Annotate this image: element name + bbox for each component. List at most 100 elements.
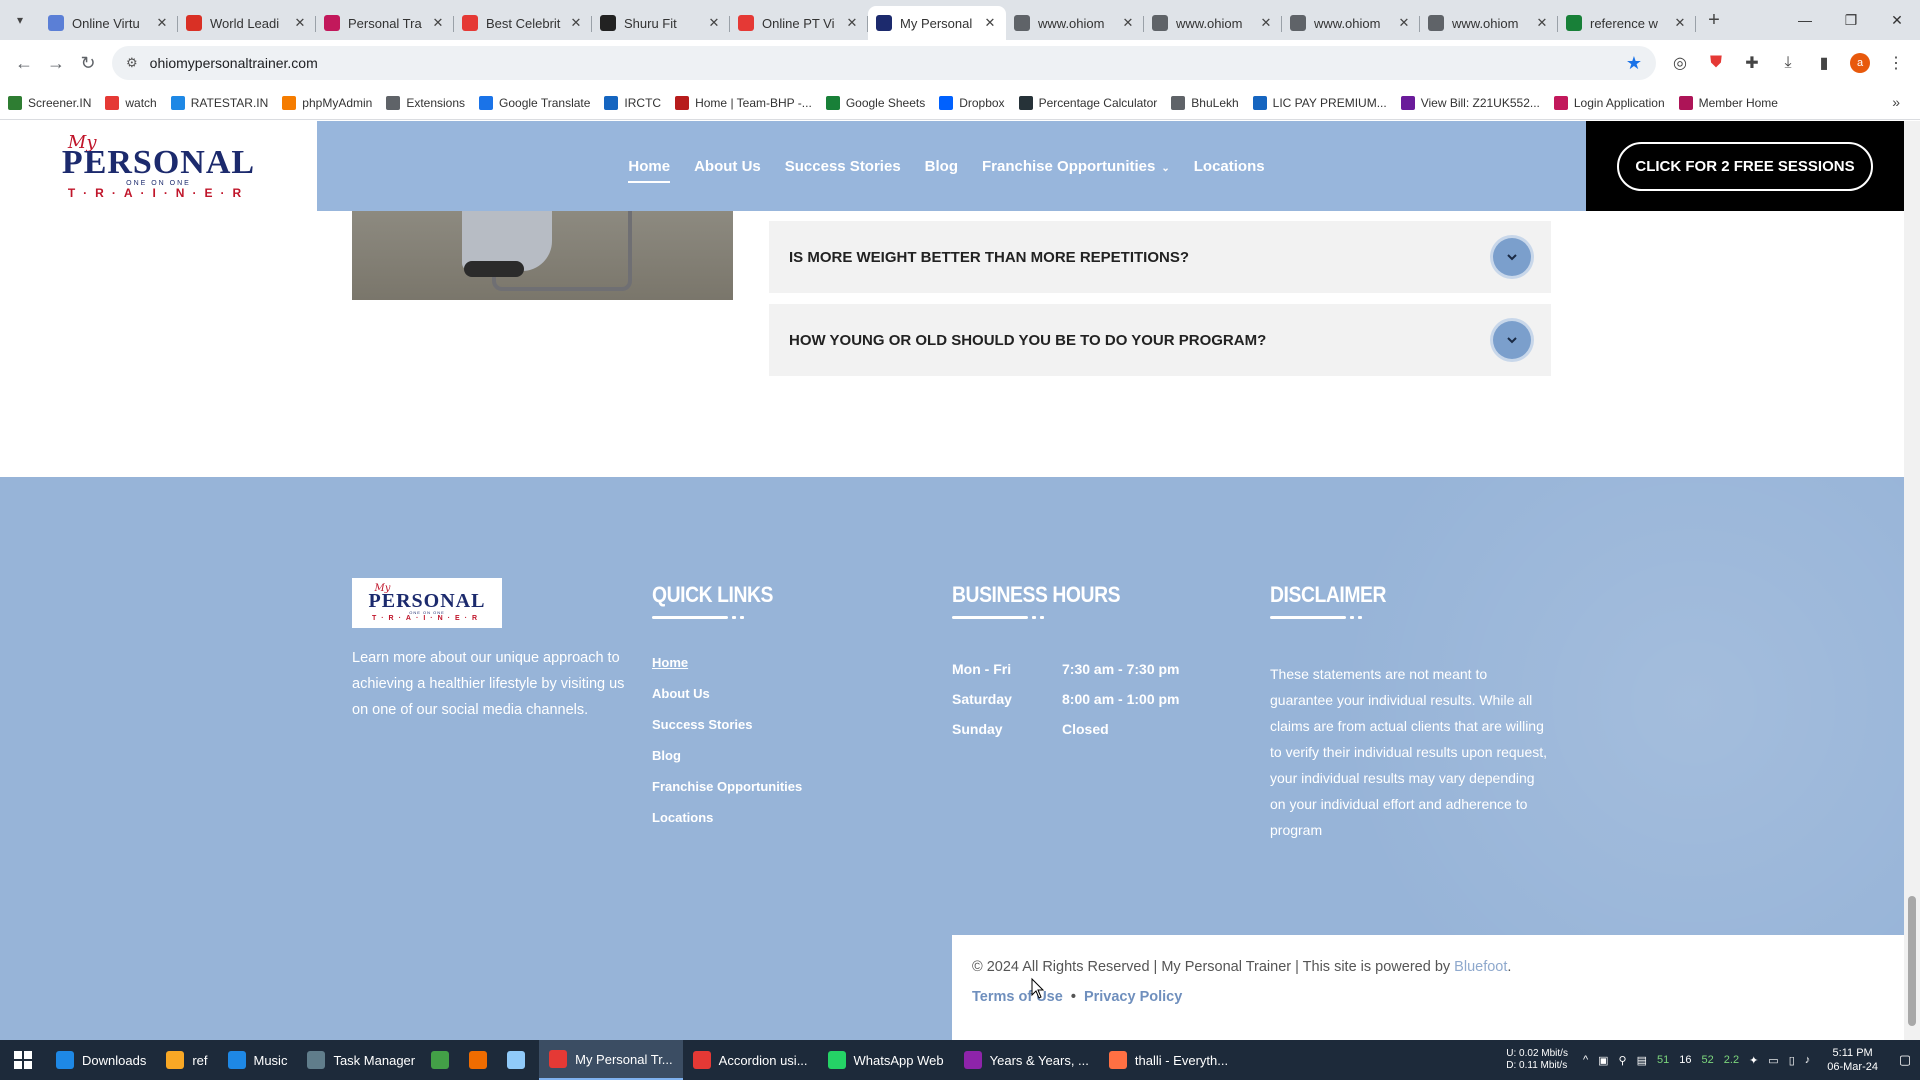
clock[interactable]: 5:11 PM 06-Mar-24 (1827, 1046, 1878, 1074)
bookmark-label[interactable]: Home | Team-BHP -... (695, 96, 812, 110)
bookmark-label[interactable]: IRCTC (624, 96, 661, 110)
nav-label[interactable]: About Us (694, 158, 761, 175)
footer-logo[interactable]: My PERSONAL ONE ON ONE T·R·A·I·N·E·R (352, 578, 502, 628)
taskbar-app-label[interactable]: WhatsApp Web (854, 1053, 944, 1068)
battery-icon[interactable]: ▭ (1768, 1054, 1778, 1067)
footer-quick-link[interactable]: Success Stories (652, 717, 802, 732)
tab-title[interactable]: Online Virtu (72, 16, 154, 31)
page-scrollbar[interactable] (1904, 121, 1920, 1041)
chevron-down-icon[interactable] (1493, 321, 1531, 359)
volume-icon[interactable]: ♪ (1805, 1054, 1811, 1066)
network-icon[interactable]: ▯ (1789, 1054, 1795, 1067)
side-panel-icon[interactable]: ▮ (1808, 47, 1840, 79)
bookmark-label[interactable]: LIC PAY PREMIUM... (1273, 96, 1387, 110)
faq-question[interactable]: IS MORE WEIGHT BETTER THAN MORE REPETITI… (789, 249, 1493, 266)
bookmark-label[interactable]: phpMyAdmin (302, 96, 372, 110)
taskbar-app-label[interactable]: Music (254, 1053, 288, 1068)
tab-title[interactable]: www.ohiom (1038, 16, 1120, 31)
browser-tab[interactable]: Best Celebrit ✕ (454, 6, 592, 40)
bookmark-item[interactable]: Extensions (386, 95, 465, 110)
tray-number[interactable]: 51 (1657, 1054, 1669, 1066)
nav-item[interactable]: Locations (1194, 152, 1265, 181)
notification-icon[interactable]: ▢ (1890, 1052, 1920, 1068)
browser-tab[interactable]: Online Virtu ✕ (40, 6, 178, 40)
browser-tab[interactable]: Shuru Fit ✕ (592, 6, 730, 40)
nav-label[interactable]: Locations (1194, 158, 1265, 175)
tray-app-icon[interactable]: ▣ (1598, 1054, 1608, 1067)
bookmark-label[interactable]: View Bill: Z21UK552... (1421, 96, 1540, 110)
taskbar-app[interactable] (425, 1040, 463, 1080)
taskbar-app-label[interactable]: Task Manager (333, 1053, 415, 1068)
bookmark-item[interactable]: Google Sheets (825, 95, 925, 110)
footer-quick-link[interactable]: Home (652, 655, 802, 670)
tab-title[interactable]: Best Celebrit (486, 16, 568, 31)
extension-icon[interactable]: ◎ (1664, 47, 1696, 79)
browser-tab[interactable]: www.ohiom ✕ (1420, 6, 1558, 40)
bookmark-label[interactable]: Google Sheets (846, 96, 925, 110)
nav-label[interactable]: Success Stories (785, 158, 901, 175)
terms-of-use-link[interactable]: Terms of Use (972, 989, 1063, 1005)
taskbar-app-label[interactable]: Downloads (82, 1053, 146, 1068)
browser-tab[interactable]: Personal Tra ✕ (316, 6, 454, 40)
bookmark-star-icon[interactable]: ★ (1626, 53, 1642, 74)
profile-avatar[interactable]: a (1850, 53, 1870, 73)
tab-title[interactable]: Shuru Fit (624, 16, 706, 31)
bookmark-label[interactable]: watch (125, 96, 156, 110)
tab-title[interactable]: www.ohiom (1176, 16, 1258, 31)
tray-number[interactable]: 2.2 (1724, 1054, 1739, 1066)
tab-close-icon[interactable]: ✕ (844, 15, 860, 31)
nav-item[interactable]: About Us (694, 152, 761, 181)
bookmark-item[interactable]: watch (105, 95, 157, 110)
puzzle-icon[interactable]: ✚ (1736, 47, 1768, 79)
taskbar-app[interactable]: My Personal Tr... (539, 1040, 683, 1080)
faq-item[interactable]: IS MORE WEIGHT BETTER THAN MORE REPETITI… (769, 221, 1551, 295)
minimize-icon[interactable]: — (1782, 0, 1828, 40)
nav-label[interactable]: Blog (925, 158, 958, 175)
nav-item[interactable]: Blog (925, 152, 958, 181)
taskbar-app[interactable]: Years & Years, ... (954, 1040, 1099, 1080)
bookmark-label[interactable]: BhuLekh (1191, 96, 1238, 110)
bookmark-label[interactable]: Screener.IN (28, 96, 91, 110)
url-text[interactable]: ohiomypersonaltrainer.com (150, 55, 1626, 71)
forward-arrow-icon[interactable]: → (40, 47, 72, 79)
bluefoot-link[interactable]: Bluefoot (1454, 959, 1507, 975)
nav-item[interactable]: Franchise Opportunities ⌄ (982, 152, 1170, 181)
footer-quick-link[interactable]: About Us (652, 686, 802, 701)
taskbar-app[interactable]: WhatsApp Web (818, 1040, 954, 1080)
bookmark-label[interactable]: Google Translate (499, 96, 590, 110)
tab-close-icon[interactable]: ✕ (1672, 15, 1688, 31)
taskbar-app[interactable]: Accordion usi... (683, 1040, 818, 1080)
taskbar-app[interactable]: Task Manager (297, 1040, 425, 1080)
taskbar-app[interactable] (501, 1040, 539, 1080)
nav-item[interactable]: Home (628, 152, 670, 183)
bookmark-label[interactable]: Percentage Calculator (1039, 96, 1158, 110)
tab-title[interactable]: Online PT Vi (762, 16, 844, 31)
taskbar-app-label[interactable]: thalli - Everyth... (1135, 1053, 1228, 1068)
browser-tab[interactable]: www.ohiom ✕ (1282, 6, 1420, 40)
close-window-icon[interactable]: ✕ (1874, 0, 1920, 40)
bookmark-item[interactable]: Member Home (1678, 95, 1778, 110)
bookmark-item[interactable]: LIC PAY PREMIUM... (1252, 95, 1387, 110)
tab-search-chevron-icon[interactable]: ▾ (0, 0, 40, 40)
tab-close-icon[interactable]: ✕ (982, 15, 998, 31)
faq-item[interactable]: HOW YOUNG OR OLD SHOULD YOU BE TO DO YOU… (769, 304, 1551, 378)
browser-tab[interactable]: www.ohiom ✕ (1006, 6, 1144, 40)
footer-quick-link[interactable]: Blog (652, 748, 802, 763)
site-info-icon[interactable]: ⚙ (126, 55, 138, 71)
tab-close-icon[interactable]: ✕ (1120, 15, 1136, 31)
browser-tab[interactable]: My Personal ✕ (868, 6, 1006, 40)
tab-close-icon[interactable]: ✕ (568, 15, 584, 31)
footer-quick-link[interactable]: Locations (652, 810, 802, 825)
bookmark-item[interactable]: Dropbox (939, 95, 1005, 110)
browser-tab[interactable]: reference w ✕ (1558, 6, 1696, 40)
taskbar-app[interactable]: thalli - Everyth... (1099, 1040, 1238, 1080)
tab-title[interactable]: reference w (1590, 16, 1672, 31)
browser-tab[interactable]: www.ohiom ✕ (1144, 6, 1282, 40)
start-button[interactable] (0, 1040, 46, 1080)
shield-icon[interactable]: ⛊ (1700, 47, 1732, 79)
taskbar-app[interactable]: Downloads (46, 1040, 156, 1080)
tab-title[interactable]: World Leadi (210, 16, 292, 31)
download-icon[interactable]: ⤓ (1772, 47, 1804, 79)
tab-close-icon[interactable]: ✕ (706, 15, 722, 31)
tray-search-icon[interactable]: ⚲ (1619, 1054, 1627, 1067)
